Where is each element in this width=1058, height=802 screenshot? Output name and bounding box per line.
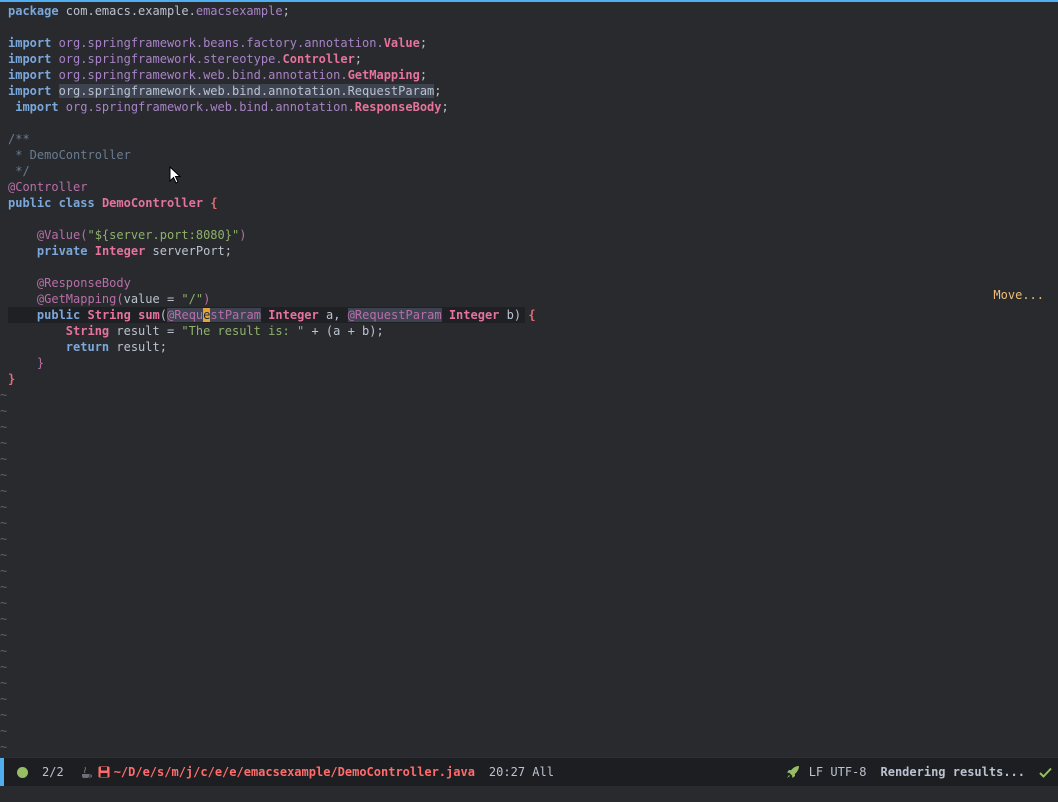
tilde-marker: ~ — [0, 500, 8, 514]
code-line: } — [8, 372, 16, 386]
current-line: public String sum(@RequestParam Integer … — [8, 307, 1048, 323]
code-line: @ResponseBody — [36, 276, 131, 290]
tilde-marker: ~ — [0, 724, 8, 738]
code-line: import org.springframework.beans.factory… — [8, 36, 428, 50]
tilde-marker: ~ — [0, 388, 8, 402]
symbol-highlight: @RequestParam — [167, 308, 261, 322]
tilde-marker: ~ — [0, 532, 8, 546]
tilde-marker: ~ — [0, 564, 8, 578]
code-line: import org.springframework.web.bind.anno… — [8, 100, 449, 114]
mode-line-indicator — [0, 758, 4, 786]
java-icon — [80, 765, 92, 779]
tilde-marker: ~ — [0, 628, 8, 642]
mouse-pointer-icon — [169, 165, 182, 187]
move-hint: Move... — [993, 288, 1044, 302]
window-top-border — [0, 0, 1058, 2]
checkmark-icon — [1039, 767, 1052, 778]
tilde-marker: ~ — [0, 676, 8, 690]
code-line: import org.springframework.web.bind.anno… — [8, 84, 442, 98]
tilde-marker: ~ — [0, 404, 8, 418]
buffer-file-path[interactable]: ~/D/e/s/m/j/c/e/e/emacsexample/DemoContr… — [114, 765, 475, 779]
code-line: * DemoController — [8, 148, 131, 162]
tilde-marker: ~ — [0, 660, 8, 674]
symbol-highlight: @RequestParam — [347, 308, 442, 322]
code-line: import org.springframework.web.bind.anno… — [8, 68, 428, 82]
tilde-marker: ~ — [0, 516, 8, 530]
code-line: return result; — [65, 340, 167, 354]
code-line: } — [36, 356, 45, 370]
tilde-marker: ~ — [0, 548, 8, 562]
code-line: */ — [8, 164, 30, 178]
code-line: public class DemoController { — [8, 196, 218, 210]
tilde-marker: ~ — [0, 740, 8, 754]
floppy-disk-icon[interactable] — [98, 766, 110, 778]
code-line: /** — [8, 132, 30, 146]
match-count: 2/2 — [42, 765, 64, 779]
mode-line: 2/2 ~/D/e/s/m/j/c/e/e/emacsexample/DemoC… — [0, 757, 1058, 786]
tilde-marker: ~ — [0, 596, 8, 610]
encoding-label[interactable]: LF UTF-8 — [809, 765, 867, 779]
state-dot-icon — [17, 766, 28, 778]
symbol-highlight: org.springframework.web.bind.annotation.… — [58, 84, 435, 98]
code-line: @Controller — [8, 180, 88, 194]
tilde-marker: ~ — [0, 484, 8, 498]
code-line: String result = "The result is: " + (a +… — [65, 324, 384, 338]
code-line: @Value("${server.port:8080}") — [36, 228, 247, 242]
tilde-marker: ~ — [0, 692, 8, 706]
code-line: package com.emacs.example.emacsexample; — [8, 4, 290, 18]
empty-line-markers: ~ ~ ~ ~ ~ ~ ~ ~ ~ ~ ~ ~ ~ ~ ~ ~ ~ ~ ~ ~ ~ ~ ~ — [0, 387, 1048, 755]
tilde-marker: ~ — [0, 452, 8, 466]
code-line: import org.springframework.stereotype.Co… — [8, 52, 363, 66]
code-editor[interactable]: package com.emacs.example.emacsexample; … — [0, 3, 1048, 755]
status-message: Rendering results... — [880, 765, 1026, 779]
tilde-marker: ~ — [0, 612, 8, 626]
tilde-marker: ~ — [0, 644, 8, 658]
tilde-marker: ~ — [0, 468, 8, 482]
tilde-marker: ~ — [0, 580, 8, 594]
rocket-icon[interactable] — [785, 764, 801, 780]
cursor-position: 20:27 All — [488, 765, 554, 779]
tilde-marker: ~ — [0, 436, 8, 450]
code-line: private Integer serverPort; — [36, 244, 232, 258]
minibuffer[interactable] — [0, 786, 1058, 802]
tilde-marker: ~ — [0, 708, 8, 722]
code-line: @GetMapping(value = "/") — [36, 292, 211, 306]
tilde-marker: ~ — [0, 420, 8, 434]
